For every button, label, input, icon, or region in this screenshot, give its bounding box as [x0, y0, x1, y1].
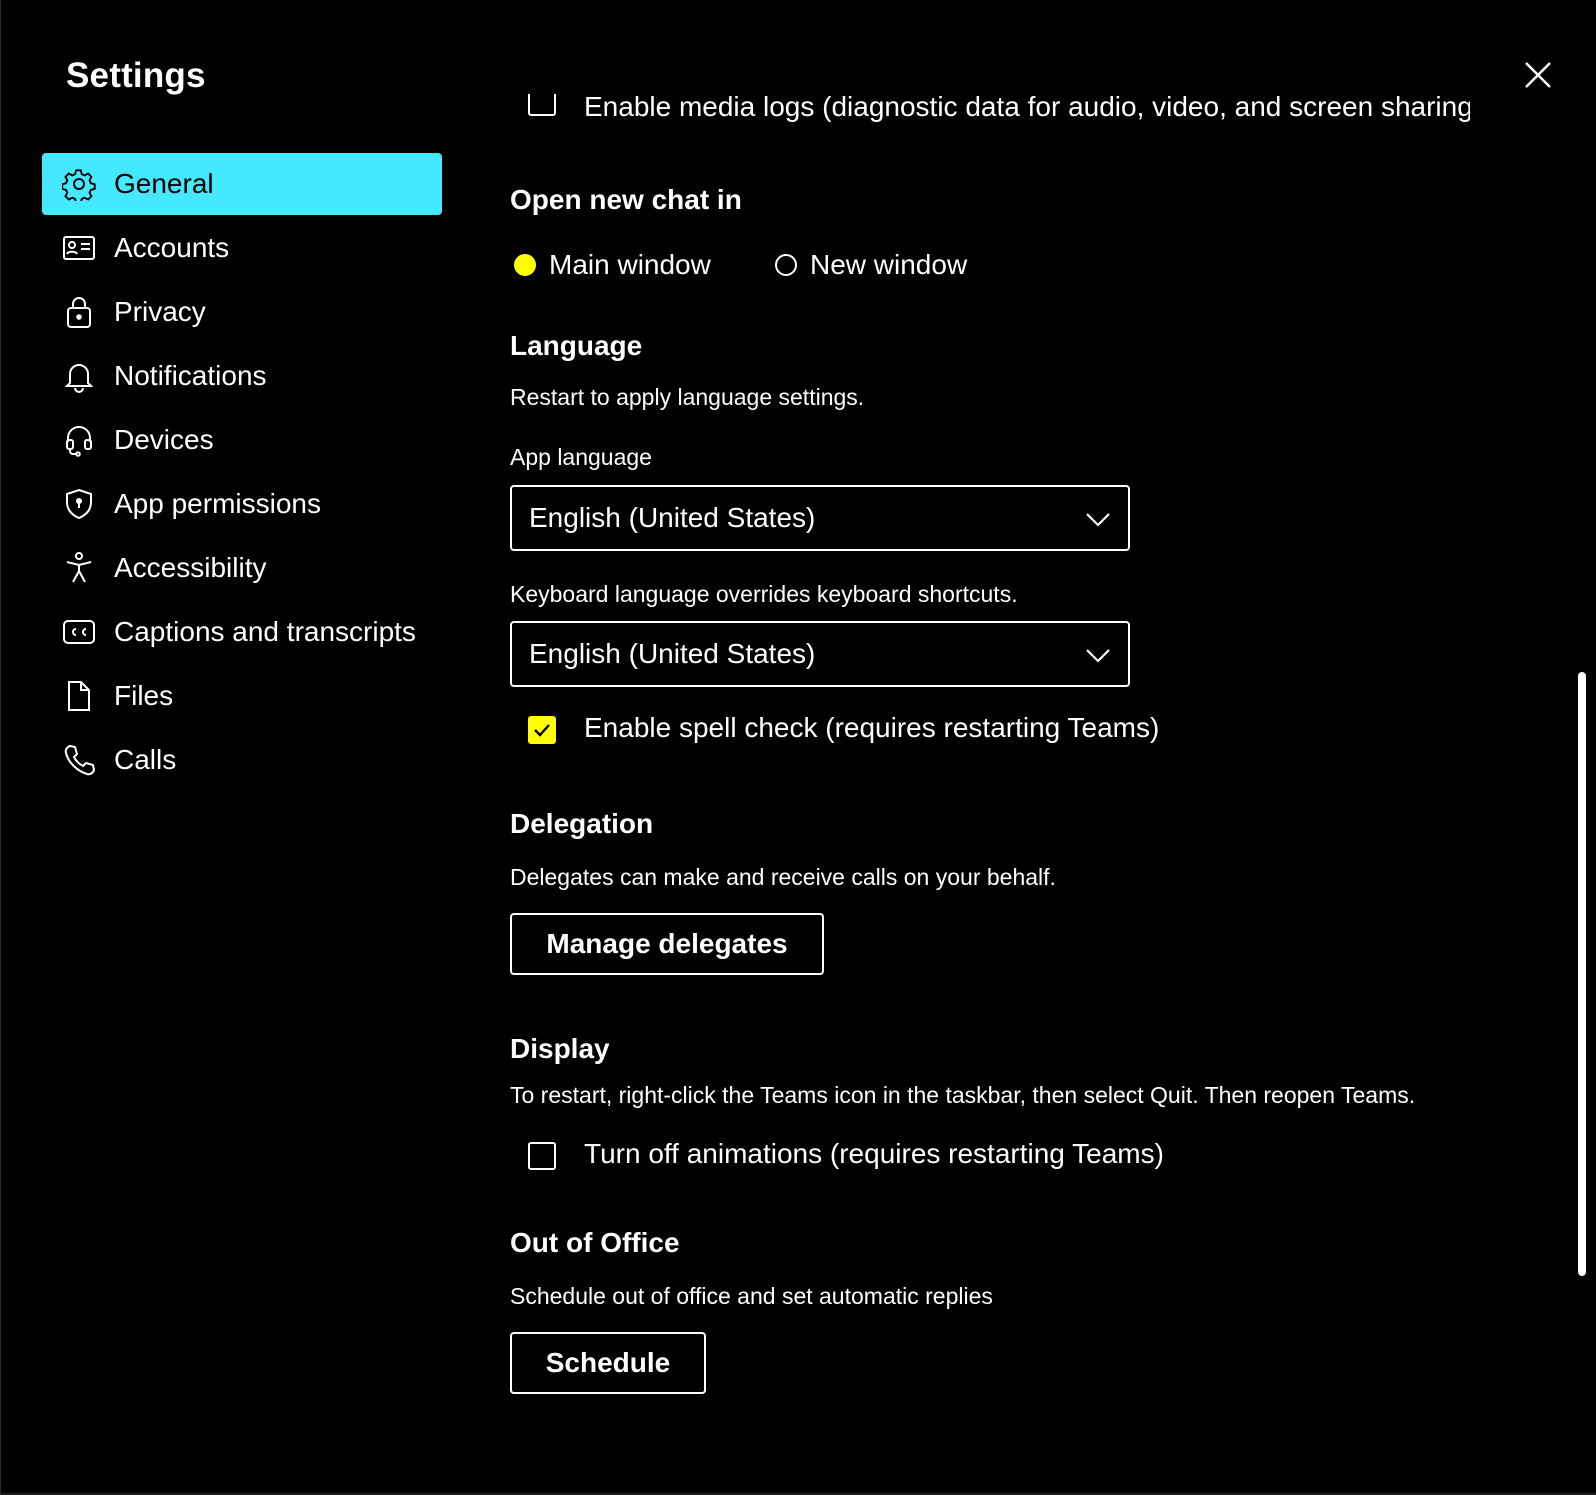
scrollbar-thumb[interactable]: [1578, 672, 1586, 1276]
sidebar-item-label: Accessibility: [114, 552, 267, 583]
app-language-label: App language: [510, 444, 652, 470]
dialog-title: Settings: [66, 56, 206, 95]
sidebar-item-label: Notifications: [114, 360, 267, 391]
sidebar-item-label: Calls: [114, 744, 177, 775]
open-chat-radio-group: Main window New window: [510, 245, 1110, 285]
spell-check-checkbox[interactable]: [528, 716, 556, 744]
sidebar-item-calls[interactable]: Calls: [42, 729, 442, 791]
sidebar-item-devices[interactable]: Devices: [42, 409, 442, 471]
media-logs-option[interactable]: Enable media logs (diagnostic data for a…: [510, 94, 1470, 128]
chevron-down-icon: [1084, 643, 1112, 667]
sidebar-item-notifications[interactable]: Notifications: [42, 345, 442, 407]
sidebar-item-label: Captions and transcripts: [114, 616, 416, 647]
bell-icon: [62, 359, 96, 393]
settings-content: Enable media logs (diagnostic data for a…: [510, 0, 1520, 1495]
settings-dialog: Settings General Accounts Privacy Notifi…: [0, 0, 1596, 1495]
animations-checkbox[interactable]: [528, 1142, 556, 1170]
sidebar-item-label: General: [114, 168, 214, 199]
manage-delegates-button[interactable]: Manage delegates: [510, 913, 824, 975]
display-description: To restart, right-click the Teams icon i…: [510, 1082, 1416, 1108]
sidebar-item-label: Devices: [114, 424, 214, 455]
media-logs-checkbox[interactable]: [528, 94, 556, 116]
radio-indicator-selected: [514, 254, 536, 276]
file-icon: [62, 679, 96, 713]
animations-label: Turn off animations (requires restarting…: [584, 1138, 1164, 1169]
close-button[interactable]: [1517, 56, 1557, 96]
sidebar-item-files[interactable]: Files: [42, 665, 442, 727]
app-language-dropdown[interactable]: English (United States): [510, 485, 1130, 551]
sidebar-item-accounts[interactable]: Accounts: [42, 217, 442, 279]
lock-icon: [62, 295, 96, 329]
open-chat-heading: Open new chat in: [510, 184, 742, 215]
radio-label: Main window: [549, 249, 711, 280]
settings-sidebar: General Accounts Privacy Notifications D…: [42, 153, 442, 793]
out-of-office-description: Schedule out of office and set automatic…: [510, 1283, 993, 1309]
accessibility-icon: [62, 551, 96, 585]
sidebar-item-privacy[interactable]: Privacy: [42, 281, 442, 343]
cc-icon: [62, 615, 96, 649]
schedule-button[interactable]: Schedule: [510, 1332, 706, 1394]
shield-icon: [62, 487, 96, 521]
sidebar-item-label: Privacy: [114, 296, 206, 327]
sidebar-item-app-permissions[interactable]: App permissions: [42, 473, 442, 535]
out-of-office-heading: Out of Office: [510, 1227, 680, 1258]
gear-icon: [62, 167, 96, 201]
phone-icon: [62, 743, 96, 777]
sidebar-item-label: Accounts: [114, 232, 230, 263]
sidebar-item-captions[interactable]: Captions and transcripts: [42, 601, 442, 663]
keyboard-language-dropdown[interactable]: English (United States): [510, 621, 1130, 687]
spell-check-label: Enable spell check (requires restarting …: [584, 712, 1160, 743]
keyboard-language-description: Keyboard language overrides keyboard sho…: [510, 581, 1018, 607]
checkmark-icon: [534, 724, 550, 737]
sidebar-item-label: App permissions: [114, 488, 321, 519]
sidebar-item-general[interactable]: General: [42, 153, 442, 215]
display-heading: Display: [510, 1033, 610, 1064]
radio-main-window[interactable]: Main window: [514, 245, 711, 285]
sidebar-item-accessibility[interactable]: Accessibility: [42, 537, 442, 599]
keyboard-language-value: English (United States): [529, 638, 816, 669]
close-icon: [1525, 62, 1551, 88]
delegation-heading: Delegation: [510, 808, 654, 839]
spell-check-option[interactable]: Enable spell check (requires restarting …: [528, 712, 1428, 752]
radio-indicator: [775, 254, 797, 276]
language-heading: Language: [510, 330, 643, 361]
headset-icon: [62, 423, 96, 457]
app-language-value: English (United States): [529, 502, 816, 533]
radio-new-window[interactable]: New window: [775, 245, 967, 285]
language-description: Restart to apply language settings.: [510, 384, 865, 410]
radio-label: New window: [810, 249, 968, 280]
animations-option[interactable]: Turn off animations (requires restarting…: [528, 1138, 1428, 1178]
id-card-icon: [62, 231, 96, 265]
delegation-description: Delegates can make and receive calls on …: [510, 864, 1056, 890]
sidebar-item-label: Files: [114, 680, 174, 711]
media-logs-label: Enable media logs (diagnostic data for a…: [584, 94, 1470, 122]
chevron-down-icon: [1084, 507, 1112, 531]
